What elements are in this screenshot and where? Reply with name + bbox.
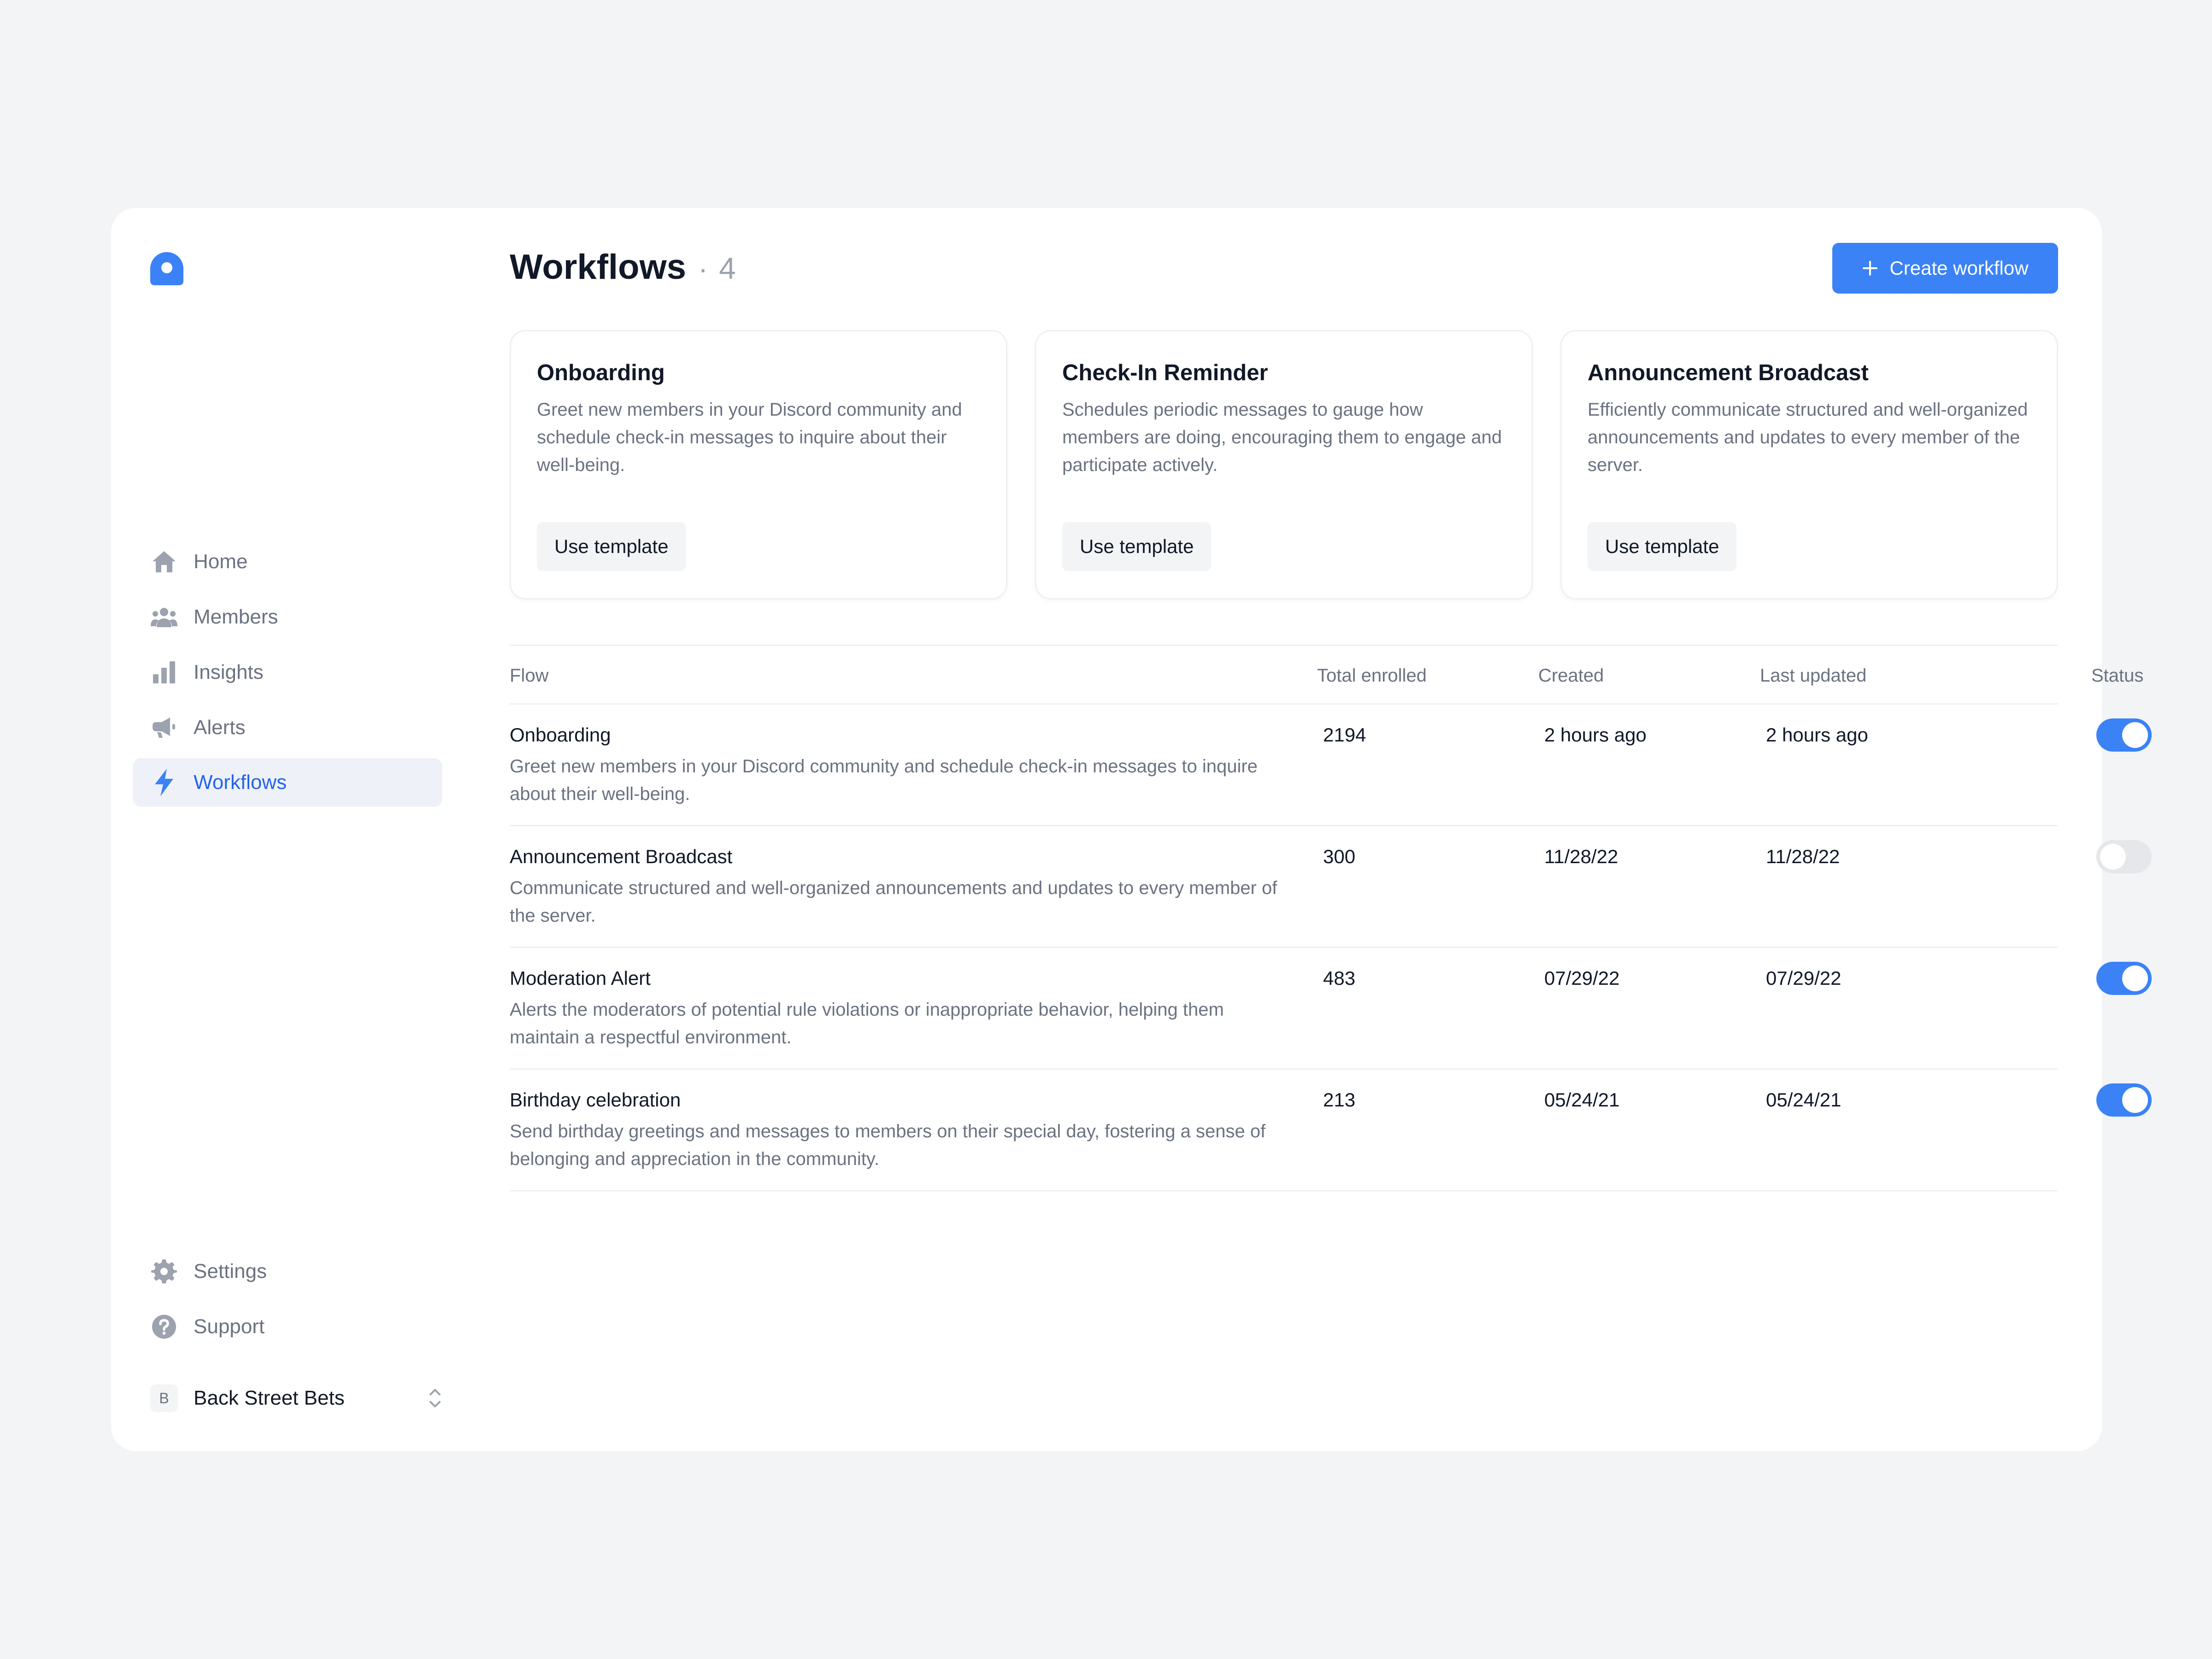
workflow-count: 4 <box>719 251 736 285</box>
workspace-avatar: B <box>150 1384 178 1412</box>
template-card-onboarding: Onboarding Greet new members in your Dis… <box>510 330 1007 600</box>
toggle-knob <box>2100 844 2126 870</box>
last-updated-date: 2 hours ago <box>1766 724 1868 746</box>
template-title: Onboarding <box>537 360 665 385</box>
total-enrolled: 483 <box>1323 967 1356 989</box>
use-template-button[interactable]: Use template <box>1588 522 1737 571</box>
plus-icon <box>1863 261 1878 276</box>
created-date: 2 hours ago <box>1544 724 1647 746</box>
app-logo-icon[interactable] <box>150 252 183 285</box>
chevron-up-down-icon <box>429 1389 441 1407</box>
flow-description: Greet new members in your Discord commun… <box>510 756 1258 804</box>
home-icon <box>150 548 178 576</box>
sidebar-item-alerts[interactable]: Alerts <box>133 703 442 752</box>
template-description: Efficiently communicate structured and w… <box>1588 400 2028 475</box>
flow-description: Send birthday greetings and messages to … <box>510 1121 1266 1169</box>
sidebar-item-settings[interactable]: Settings <box>133 1247 442 1296</box>
gear-icon <box>150 1258 178 1285</box>
sidebar-item-label: Home <box>194 550 248 573</box>
sidebar-item-workflows[interactable]: Workflows <box>133 758 442 807</box>
sidebar-item-label: Support <box>194 1315 265 1338</box>
sidebar-item-label: Alerts <box>194 716 246 739</box>
total-enrolled: 213 <box>1323 1089 1356 1111</box>
users-icon <box>150 603 178 631</box>
template-title: Check-In Reminder <box>1062 360 1268 385</box>
lightning-icon <box>150 769 178 796</box>
bar-chart-icon <box>150 659 178 686</box>
use-template-button[interactable]: Use template <box>1062 522 1212 571</box>
last-updated-date: 11/28/22 <box>1766 846 1840 867</box>
status-toggle[interactable] <box>2096 962 2152 995</box>
flow-name: Announcement Broadcast <box>510 846 733 867</box>
flow-name: Onboarding <box>510 724 611 746</box>
create-workflow-button[interactable]: Create workflow <box>1832 243 2058 294</box>
template-title: Announcement Broadcast <box>1588 360 1869 385</box>
page-title-text: Workflows <box>510 247 686 287</box>
use-template-button[interactable]: Use template <box>537 522 686 571</box>
sidebar-item-label: Members <box>194 606 278 628</box>
sidebar-item-label: Insights <box>194 661 264 683</box>
sidebar-item-support[interactable]: Support <box>133 1302 442 1351</box>
flow-name: Moderation Alert <box>510 967 651 989</box>
toggle-knob <box>2122 722 2148 748</box>
flow-name: Birthday celebration <box>510 1089 681 1111</box>
workspace-switcher[interactable]: B Back Street Bets <box>133 1377 442 1419</box>
status-toggle[interactable] <box>2096 1083 2152 1117</box>
title-separator: · <box>698 252 708 285</box>
total-enrolled: 2194 <box>1323 724 1366 746</box>
total-enrolled: 300 <box>1323 846 1356 867</box>
template-description: Schedules periodic messages to gauge how… <box>1062 400 1502 475</box>
workspace-name: Back Street Bets <box>194 1387 345 1409</box>
toggle-knob <box>2122 1087 2148 1113</box>
toggle-knob <box>2122 965 2148 991</box>
created-date: 05/24/21 <box>1544 1089 1620 1111</box>
sidebar-item-label: Workflows <box>194 771 287 794</box>
table-row[interactable]: Announcement Broadcast Communicate struc… <box>510 826 2152 948</box>
app-window: Home Members Insights Alerts Workflows S… <box>111 208 2152 1451</box>
status-toggle[interactable] <box>2096 718 2152 752</box>
question-icon <box>150 1313 178 1341</box>
template-description: Greet new members in your Discord commun… <box>537 400 962 475</box>
megaphone-icon <box>150 714 178 741</box>
table-row[interactable]: Moderation Alert Alerts the moderators o… <box>510 948 2152 1070</box>
template-card-announcement-broadcast: Announcement Broadcast Efficiently commu… <box>1560 330 2058 600</box>
sidebar-item-members[interactable]: Members <box>133 593 442 641</box>
flow-description: Alerts the moderators of potential rule … <box>510 1000 1224 1047</box>
page-title: Workflows · 4 <box>510 247 736 287</box>
last-updated-date: 05/24/21 <box>1766 1089 1841 1111</box>
create-workflow-label: Create workflow <box>1889 257 2029 279</box>
flow-description: Communicate structured and well-organize… <box>510 878 1277 926</box>
template-card-check-in-reminder: Check-In Reminder Schedules periodic mes… <box>1035 330 1533 600</box>
column-header-flow[interactable]: Flow <box>510 665 548 686</box>
sidebar-item-insights[interactable]: Insights <box>133 648 442 697</box>
created-date: 11/28/22 <box>1544 846 1618 867</box>
column-header-last-updated[interactable]: Last updated <box>1760 665 1866 686</box>
column-header-status: Status <box>2091 665 2144 686</box>
sidebar: Home Members Insights Alerts Workflows S… <box>111 208 475 1451</box>
workflows-table: Flow Total enrolled Created Last updated… <box>510 645 2152 1191</box>
status-toggle[interactable] <box>2096 840 2152 873</box>
last-updated-date: 07/29/22 <box>1766 967 1841 989</box>
column-header-total-enrolled[interactable]: Total enrolled <box>1317 665 1427 686</box>
sidebar-item-home[interactable]: Home <box>133 537 442 586</box>
sidebar-item-label: Settings <box>194 1260 267 1282</box>
table-row[interactable]: Birthday celebration Send birthday greet… <box>510 1070 2152 1191</box>
column-header-created[interactable]: Created <box>1538 665 1604 686</box>
created-date: 07/29/22 <box>1544 967 1620 989</box>
table-row[interactable]: Onboarding Greet new members in your Dis… <box>510 705 2152 826</box>
table-header: Flow Total enrolled Created Last updated… <box>510 645 2143 705</box>
